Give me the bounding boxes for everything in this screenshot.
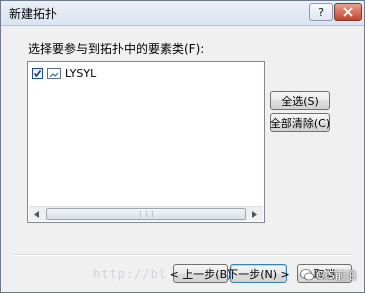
grip-icon: ⋮⋮⋮ <box>137 209 156 218</box>
help-button[interactable]: ? <box>309 3 333 21</box>
select-all-button[interactable]: 全选(S) <box>270 91 330 110</box>
watermark-text: http://bl <box>93 267 168 281</box>
close-button[interactable] <box>334 3 362 21</box>
feature-class-list[interactable]: LYSYL ⋮⋮⋮ <box>27 61 265 223</box>
new-topology-dialog: 新建拓扑 ? 选择要参与到拓扑中的要素类(F): LYSYL ⋮⋮⋮ 全选(S)… <box>0 0 365 293</box>
watermark-badge: GIS前沿 <box>300 267 357 283</box>
list-item[interactable]: LYSYL <box>32 65 96 81</box>
next-button[interactable]: 下一步(N) > <box>227 264 290 283</box>
scroll-right-arrow-icon[interactable] <box>247 207 263 221</box>
list-item-label: LYSYL <box>65 66 97 80</box>
scroll-thumb[interactable]: ⋮⋮⋮ <box>46 208 246 220</box>
wechat-icon <box>300 269 314 281</box>
separator <box>13 254 353 256</box>
title-bar[interactable]: 新建拓扑 ? <box>1 1 364 26</box>
watermark-badge-label: GIS前沿 <box>316 269 357 282</box>
horizontal-scrollbar[interactable]: ⋮⋮⋮ <box>29 206 263 221</box>
back-button[interactable]: < 上一步(B) <box>170 264 231 283</box>
help-icon: ? <box>318 5 324 19</box>
clear-all-button[interactable]: 全部清除(C) <box>270 113 330 132</box>
scroll-left-arrow-icon[interactable] <box>29 207 45 221</box>
checkmark-icon <box>33 69 42 77</box>
window-title: 新建拓扑 <box>9 7 58 21</box>
feature-class-checkbox[interactable] <box>32 67 43 79</box>
close-icon <box>343 7 353 17</box>
feature-class-prompt: 选择要参与到拓扑中的要素类(F): <box>28 42 205 56</box>
feature-class-icon <box>47 67 61 79</box>
